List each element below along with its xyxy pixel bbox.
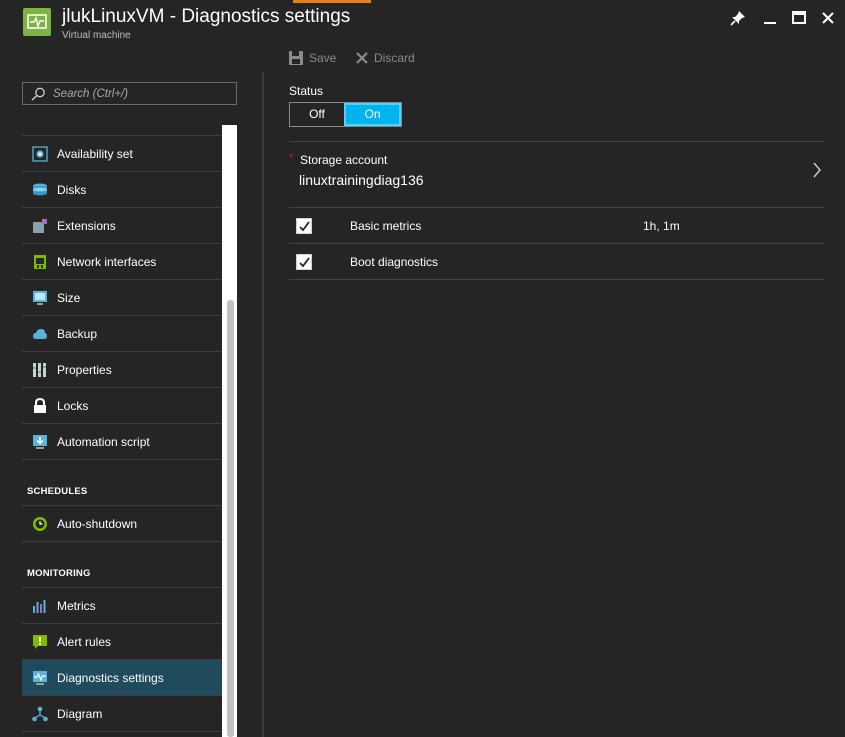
vm-monitor-icon [23, 8, 51, 36]
storage-account-value: linuxtrainingdiag136 [299, 172, 424, 188]
boot-diagnostics-checkbox[interactable] [296, 254, 312, 270]
boot-diagnostics-label: Boot diagnostics [350, 255, 439, 269]
sidebar-item-alert-rules[interactable]: Alert rules [22, 624, 222, 660]
maximize-icon[interactable] [789, 8, 809, 28]
sidebar-item-backup[interactable]: Backup [22, 316, 222, 352]
sidebar-item-automation-script[interactable]: Automation script [22, 424, 222, 460]
required-marker: * [289, 152, 294, 164]
blade-header: jlukLinuxVM - Diagnostics settings Virtu… [0, 0, 845, 72]
lock-icon [34, 398, 46, 413]
basic-metrics-retention: 1h, 1m [643, 219, 680, 233]
search-box[interactable] [22, 82, 237, 105]
metric-row-basic-metrics: Basic metrics 1h, 1m [289, 208, 824, 244]
status-on-option[interactable]: On [344, 103, 401, 126]
scrollbar-thumb[interactable] [227, 300, 234, 737]
close-icon[interactable] [818, 8, 838, 28]
sidebar-item-label: Backup [57, 326, 98, 341]
metrics-icon [33, 600, 46, 613]
section-heading-monitoring: MONITORING [22, 542, 222, 588]
basic-metrics-checkbox[interactable] [296, 218, 312, 234]
alert-icon [33, 635, 47, 649]
diagram-icon [32, 706, 48, 722]
sidebar-item-disks[interactable]: Disks [22, 172, 222, 208]
status-off-option[interactable]: Off [290, 103, 344, 126]
storage-account-selector[interactable]: * Storage account linuxtrainingdiag136 [289, 142, 824, 202]
save-button[interactable]: Save [288, 49, 336, 67]
section-heading-label: SCHEDULES [27, 486, 88, 497]
checkmark-icon [299, 257, 310, 268]
discard-label: Discard [374, 51, 415, 65]
chevron-right-icon [813, 162, 821, 178]
availability-set-icon [32, 146, 48, 162]
status-label: Status [289, 84, 324, 98]
disks-icon [33, 183, 47, 196]
sidebar-item-label: Properties [57, 362, 112, 377]
sidebar-item-label: Automation script [57, 434, 150, 449]
save-label: Save [309, 51, 337, 65]
page-title: jlukLinuxVM - Diagnostics settings [62, 6, 351, 27]
sidebar-item-auto-shutdown[interactable]: Auto-shutdown [22, 506, 222, 542]
sidebar-item-network-interfaces[interactable]: Network interfaces [22, 244, 222, 280]
loading-accent-strip [293, 0, 371, 3]
sidebar-item-diagram[interactable]: Diagram [22, 696, 222, 732]
sidebar-item-extensions[interactable]: Extensions [22, 208, 222, 244]
storage-account-label: Storage account [300, 153, 388, 167]
sidebar-item-label: Metrics [57, 598, 96, 613]
backup-icon [33, 329, 47, 339]
sidebar-item-label: Diagram [57, 706, 103, 721]
discard-icon [356, 52, 368, 64]
size-icon [33, 291, 47, 305]
sidebar-item-diagnostics-settings[interactable]: Diagnostics settings [22, 660, 222, 696]
sidebar-item-label: Network interfaces [57, 254, 157, 269]
search-input[interactable] [53, 85, 231, 103]
network-interfaces-icon [34, 255, 46, 269]
sidebar-item-label: Availability set [57, 146, 133, 161]
save-icon [289, 51, 303, 65]
sidebar-item-locks[interactable]: Locks [22, 388, 222, 424]
clock-icon [33, 517, 47, 531]
section-heading-schedules: SCHEDULES [22, 460, 222, 506]
sidebar-item-label: Auto-shutdown [57, 516, 138, 531]
discard-button[interactable]: Discard [355, 49, 415, 67]
metric-row-boot-diagnostics: Boot diagnostics [289, 244, 824, 280]
sidebar-item-properties[interactable]: Properties [22, 352, 222, 388]
sidebar-item-metrics[interactable]: Metrics [22, 588, 222, 624]
checkmark-icon [299, 221, 310, 232]
sidebar-item-label: Alert rules [57, 634, 112, 649]
section-heading-label: MONITORING [27, 568, 91, 579]
diagnostics-icon [33, 671, 47, 685]
automation-script-icon [33, 435, 47, 449]
sidebar-nav: Availability set Disks Extensions Networ… [22, 135, 222, 732]
properties-icon [33, 363, 46, 377]
search-icon [31, 87, 45, 101]
pin-icon[interactable] [728, 8, 748, 28]
sidebar-item-label: Disks [57, 182, 87, 197]
divider [289, 279, 824, 280]
sidebar-item-size[interactable]: Size [22, 280, 222, 316]
sidebar-scrollbar[interactable] [222, 125, 237, 737]
sidebar-item-label: Locks [57, 398, 89, 413]
page-subtitle: Virtual machine [62, 30, 131, 41]
sidebar-item-label: Diagnostics settings [57, 670, 164, 685]
diagnostics-settings-pane: Status Off On * Storage account linuxtra… [264, 72, 845, 737]
sidebar-item-label: Extensions [57, 218, 116, 233]
status-toggle[interactable]: Off On [289, 102, 402, 127]
sidebar-item-label: Size [57, 290, 81, 305]
extensions-icon [33, 219, 47, 233]
minimize-icon[interactable] [760, 8, 780, 28]
sidebar-item-availability-set[interactable]: Availability set [22, 136, 222, 172]
sidebar: Availability set Disks Extensions [0, 72, 262, 737]
basic-metrics-label: Basic metrics [350, 219, 422, 233]
